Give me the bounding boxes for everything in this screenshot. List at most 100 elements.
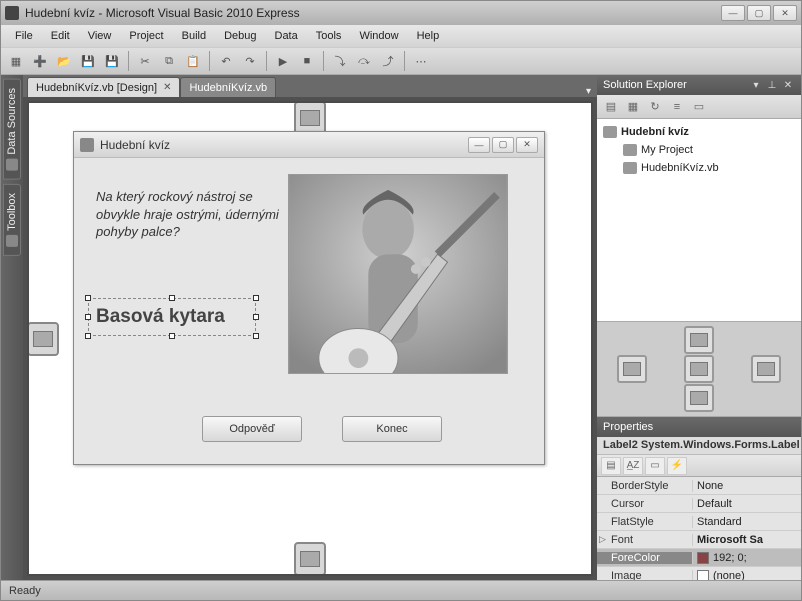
resize-handle[interactable] [169, 333, 175, 339]
property-row[interactable]: CursorDefault [597, 495, 801, 513]
property-row[interactable]: Image(none) [597, 567, 801, 580]
copy-icon[interactable]: ⧉ [158, 50, 180, 72]
close-button[interactable]: ✕ [773, 5, 797, 21]
property-name: BorderStyle [597, 480, 693, 492]
resize-handle[interactable] [253, 333, 259, 339]
categorized-icon[interactable]: ▤ [601, 457, 621, 475]
app-window: Hudební kvíz - Microsoft Visual Basic 20… [0, 0, 802, 601]
save-icon[interactable]: 💾 [77, 50, 99, 72]
tree-root[interactable]: Hudební kvíz [603, 123, 795, 141]
solution-toolbar: ▤ ▦ ↻ ≡ ▭ [597, 95, 801, 119]
tab-design[interactable]: HudebníKvíz.vb [Design]✕ [27, 77, 180, 97]
view-designer-icon[interactable]: ▭ [689, 97, 709, 117]
stop-debug-icon[interactable]: ■ [296, 50, 318, 72]
property-value[interactable]: 192; 0; [693, 552, 801, 564]
step-over-icon[interactable]: ⤼ [353, 50, 375, 72]
property-row[interactable]: BorderStyleNone [597, 477, 801, 495]
undo-icon[interactable]: ↶ [215, 50, 237, 72]
minimize-button[interactable]: — [721, 5, 745, 21]
dock-guide-top[interactable] [294, 101, 326, 135]
end-button[interactable]: Konec [342, 416, 442, 442]
menu-build[interactable]: Build [174, 28, 214, 44]
picture-box[interactable] [288, 174, 508, 374]
close-icon[interactable]: ✕ [163, 82, 171, 93]
folder-icon [623, 144, 637, 156]
dock-diamond-right[interactable] [751, 355, 781, 383]
right-panes: Solution Explorer ▾ ⊥ ✕ ▤ ▦ ↻ ≡ ▭ Hudebn… [597, 75, 801, 580]
refresh-icon[interactable]: ↻ [645, 97, 665, 117]
dock-guide-bottom[interactable] [294, 542, 326, 576]
question-label[interactable]: Na který rockový nástroj se obvykle hraj… [96, 188, 286, 241]
step-into-icon[interactable]: ⤵ [329, 50, 351, 72]
panel-dropdown-icon[interactable]: ▾ [749, 78, 763, 92]
menu-window[interactable]: Window [351, 28, 406, 44]
data-sources-tab[interactable]: Data Sources [3, 79, 21, 180]
redo-icon[interactable]: ↷ [239, 50, 261, 72]
menu-edit[interactable]: Edit [43, 28, 78, 44]
paste-icon[interactable]: 📋 [182, 50, 204, 72]
property-value[interactable]: Standard [693, 516, 801, 528]
form-minimize-button[interactable]: — [468, 137, 490, 153]
properties-grid[interactable]: BorderStyleNoneCursorDefaultFlatStyleSta… [597, 477, 801, 580]
dock-diamond-down[interactable] [684, 384, 714, 412]
form-preview[interactable]: Hudební kvíz — ▢ ✕ Na který rockový nást… [73, 131, 545, 465]
menu-tools[interactable]: Tools [308, 28, 350, 44]
toolbar-more-icon[interactable]: ⋯ [410, 50, 432, 72]
start-debug-icon[interactable]: ▶ [272, 50, 294, 72]
events-icon[interactable]: ⚡ [667, 457, 687, 475]
document-tabs: HudebníKvíz.vb [Design]✕ HudebníKvíz.vb … [23, 75, 597, 97]
property-row[interactable]: ▷FontMicrosoft Sa [597, 531, 801, 549]
answer-label[interactable]: Basová kytara [96, 306, 225, 328]
tab-overflow-icon[interactable]: ▾ [580, 86, 597, 97]
designer-canvas[interactable]: Hudební kvíz — ▢ ✕ Na který rockový nást… [27, 101, 593, 576]
property-value[interactable]: None [693, 480, 801, 492]
dock-diamond-left[interactable] [617, 355, 647, 383]
tree-myproject[interactable]: My Project [603, 141, 795, 159]
show-all-icon[interactable]: ▦ [623, 97, 643, 117]
property-row[interactable]: FlatStyleStandard [597, 513, 801, 531]
properties-toolbar: ▤ A̲Z ▭ ⚡ [597, 455, 801, 477]
property-value[interactable]: (none) [693, 570, 801, 581]
dock-diamond-up[interactable] [684, 326, 714, 354]
toolbox-tab[interactable]: Toolbox [3, 184, 21, 256]
panel-close-icon[interactable]: ✕ [781, 78, 795, 92]
menu-data[interactable]: Data [267, 28, 306, 44]
alphabetical-icon[interactable]: A̲Z [623, 457, 643, 475]
property-pages-icon[interactable]: ▭ [645, 457, 665, 475]
menu-view[interactable]: View [80, 28, 120, 44]
dock-diamond-center[interactable] [684, 355, 714, 383]
menu-file[interactable]: File [7, 28, 41, 44]
form-close-button[interactable]: ✕ [516, 137, 538, 153]
maximize-button[interactable]: ▢ [747, 5, 771, 21]
resize-handle[interactable] [253, 295, 259, 301]
add-item-icon[interactable]: ➕ [29, 50, 51, 72]
new-project-icon[interactable]: ▦ [5, 50, 27, 72]
cut-icon[interactable]: ✂ [134, 50, 156, 72]
pin-icon[interactable]: ⊥ [765, 78, 779, 92]
form-maximize-button[interactable]: ▢ [492, 137, 514, 153]
menu-project[interactable]: Project [121, 28, 171, 44]
project-icon [603, 126, 617, 138]
menu-debug[interactable]: Debug [216, 28, 264, 44]
resize-handle[interactable] [169, 295, 175, 301]
properties-icon[interactable]: ▤ [601, 97, 621, 117]
dock-guide-left[interactable] [27, 322, 59, 356]
save-all-icon[interactable]: 💾 [101, 50, 123, 72]
property-value[interactable]: Default [693, 498, 801, 510]
property-value[interactable]: Microsoft Sa [693, 534, 801, 546]
solution-tree[interactable]: Hudební kvíz My Project HudebníKvíz.vb [597, 119, 801, 321]
open-icon[interactable]: 📂 [53, 50, 75, 72]
resize-handle[interactable] [85, 333, 91, 339]
step-out-icon[interactable]: ⤴ [377, 50, 399, 72]
resize-handle[interactable] [85, 314, 91, 320]
menu-help[interactable]: Help [409, 28, 448, 44]
resize-handle[interactable] [253, 314, 259, 320]
answer-button[interactable]: Odpověď [202, 416, 302, 442]
menubar: File Edit View Project Build Debug Data … [1, 25, 801, 47]
view-code-icon[interactable]: ≡ [667, 97, 687, 117]
resize-handle[interactable] [85, 295, 91, 301]
tab-code[interactable]: HudebníKvíz.vb [180, 77, 276, 97]
tree-file[interactable]: HudebníKvíz.vb [603, 159, 795, 177]
property-row[interactable]: ForeColor192; 0; [597, 549, 801, 567]
properties-selected-object[interactable]: Label2 System.Windows.Forms.Label [597, 437, 801, 455]
